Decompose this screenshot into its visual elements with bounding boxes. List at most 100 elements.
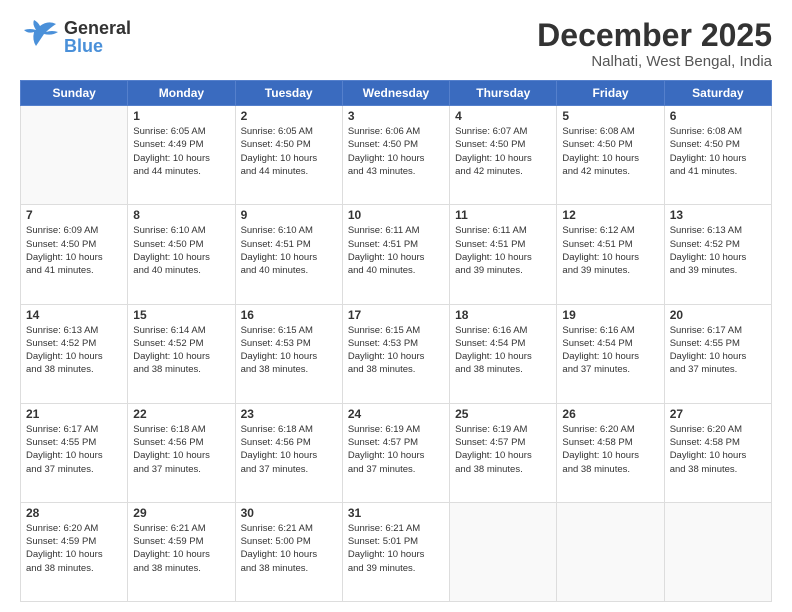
table-row: 28 Sunrise: 6:20 AM Sunset: 4:59 PM Dayli… (21, 502, 128, 601)
day-info: Sunrise: 6:15 AM Sunset: 4:53 PM Dayligh… (241, 324, 337, 377)
day-info: Sunrise: 6:15 AM Sunset: 4:53 PM Dayligh… (348, 324, 444, 377)
table-row: 24 Sunrise: 6:19 AM Sunset: 4:57 PM Dayli… (342, 403, 449, 502)
calendar-week-2: 7 Sunrise: 6:09 AM Sunset: 4:50 PM Daylig… (21, 205, 772, 304)
table-row: 5Sunrise: 6:08 AM Sunset: 4:50 PM Daylig… (557, 106, 664, 205)
day-number: 2 (241, 109, 337, 123)
table-row (21, 106, 128, 205)
day-number: 4 (455, 109, 551, 123)
calendar-week-1: 1 Sunrise: 6:05 AM Sunset: 4:49 PM Daylig… (21, 106, 772, 205)
day-info: Sunrise: 6:08 AM Sunset: 4:50 PM Dayligh… (670, 125, 766, 178)
day-number: 26 (562, 407, 658, 421)
location-subtitle: Nalhati, West Bengal, India (537, 53, 772, 70)
day-info: Sunrise: 6:17 AM Sunset: 4:55 PM Dayligh… (670, 324, 766, 377)
day-info: Sunrise: 6:05 AM Sunset: 4:50 PM Dayligh… (241, 125, 337, 178)
table-row: 6Sunrise: 6:08 AM Sunset: 4:50 PM Daylig… (664, 106, 771, 205)
table-row (450, 502, 557, 601)
table-row: 4 Sunrise: 6:07 AM Sunset: 4:50 PM Daylig… (450, 106, 557, 205)
day-number: 7 (26, 208, 122, 222)
day-number: 3 (348, 109, 444, 123)
day-number: 21 (26, 407, 122, 421)
table-row: 25 Sunrise: 6:19 AM Sunset: 4:57 PM Dayli… (450, 403, 557, 502)
day-number: 9 (241, 208, 337, 222)
table-row: 16 Sunrise: 6:15 AM Sunset: 4:53 PM Dayli… (235, 304, 342, 403)
day-info: Sunrise: 6:11 AM Sunset: 4:51 PM Dayligh… (455, 224, 551, 277)
day-number: 29 (133, 506, 229, 520)
month-title: December 2025 (537, 18, 772, 53)
table-row: 12Sunrise: 6:12 AM Sunset: 4:51 PM Dayli… (557, 205, 664, 304)
day-number: 11 (455, 208, 551, 222)
day-number: 1 (133, 109, 229, 123)
day-number: 16 (241, 308, 337, 322)
table-row: 11 Sunrise: 6:11 AM Sunset: 4:51 PM Dayli… (450, 205, 557, 304)
table-row: 18Sunrise: 6:16 AM Sunset: 4:54 PM Dayli… (450, 304, 557, 403)
table-row (557, 502, 664, 601)
day-number: 27 (670, 407, 766, 421)
table-row: 10Sunrise: 6:11 AM Sunset: 4:51 PM Dayli… (342, 205, 449, 304)
day-info: Sunrise: 6:18 AM Sunset: 4:56 PM Dayligh… (241, 423, 337, 476)
day-info: Sunrise: 6:18 AM Sunset: 4:56 PM Dayligh… (133, 423, 229, 476)
table-row: 29 Sunrise: 6:21 AM Sunset: 4:59 PM Dayli… (128, 502, 235, 601)
day-number: 13 (670, 208, 766, 222)
header: General Blue December 2025 Nalhati, West… (20, 18, 772, 70)
day-number: 28 (26, 506, 122, 520)
calendar-week-5: 28 Sunrise: 6:20 AM Sunset: 4:59 PM Dayli… (21, 502, 772, 601)
col-sunday: Sunday (21, 81, 128, 106)
day-info: Sunrise: 6:20 AM Sunset: 4:58 PM Dayligh… (670, 423, 766, 476)
day-info: Sunrise: 6:08 AM Sunset: 4:50 PM Dayligh… (562, 125, 658, 178)
day-info: Sunrise: 6:20 AM Sunset: 4:59 PM Dayligh… (26, 522, 122, 575)
table-row: 23Sunrise: 6:18 AM Sunset: 4:56 PM Dayli… (235, 403, 342, 502)
day-info: Sunrise: 6:21 AM Sunset: 5:01 PM Dayligh… (348, 522, 444, 575)
table-row: 21 Sunrise: 6:17 AM Sunset: 4:55 PM Dayli… (21, 403, 128, 502)
day-info: Sunrise: 6:10 AM Sunset: 4:51 PM Dayligh… (241, 224, 337, 277)
day-number: 30 (241, 506, 337, 520)
day-info: Sunrise: 6:20 AM Sunset: 4:58 PM Dayligh… (562, 423, 658, 476)
day-number: 17 (348, 308, 444, 322)
day-number: 22 (133, 407, 229, 421)
day-info: Sunrise: 6:19 AM Sunset: 4:57 PM Dayligh… (455, 423, 551, 476)
table-row: 30 Sunrise: 6:21 AM Sunset: 5:00 PM Dayli… (235, 502, 342, 601)
col-friday: Friday (557, 81, 664, 106)
day-info: Sunrise: 6:11 AM Sunset: 4:51 PM Dayligh… (348, 224, 444, 277)
day-info: Sunrise: 6:05 AM Sunset: 4:49 PM Dayligh… (133, 125, 229, 178)
col-saturday: Saturday (664, 81, 771, 106)
table-row: 1 Sunrise: 6:05 AM Sunset: 4:49 PM Daylig… (128, 106, 235, 205)
table-row: 13 Sunrise: 6:13 AM Sunset: 4:52 PM Dayli… (664, 205, 771, 304)
table-row: 9 Sunrise: 6:10 AM Sunset: 4:51 PM Daylig… (235, 205, 342, 304)
day-number: 24 (348, 407, 444, 421)
day-info: Sunrise: 6:21 AM Sunset: 5:00 PM Dayligh… (241, 522, 337, 575)
day-info: Sunrise: 6:16 AM Sunset: 4:54 PM Dayligh… (455, 324, 551, 377)
col-thursday: Thursday (450, 81, 557, 106)
day-info: Sunrise: 6:12 AM Sunset: 4:51 PM Dayligh… (562, 224, 658, 277)
table-row: 8Sunrise: 6:10 AM Sunset: 4:50 PM Daylig… (128, 205, 235, 304)
day-number: 19 (562, 308, 658, 322)
day-number: 15 (133, 308, 229, 322)
day-info: Sunrise: 6:07 AM Sunset: 4:50 PM Dayligh… (455, 125, 551, 178)
table-row: 3Sunrise: 6:06 AM Sunset: 4:50 PM Daylig… (342, 106, 449, 205)
logo-text-general: General (64, 19, 131, 37)
day-info: Sunrise: 6:19 AM Sunset: 4:57 PM Dayligh… (348, 423, 444, 476)
day-info: Sunrise: 6:21 AM Sunset: 4:59 PM Dayligh… (133, 522, 229, 575)
day-info: Sunrise: 6:13 AM Sunset: 4:52 PM Dayligh… (670, 224, 766, 277)
day-info: Sunrise: 6:16 AM Sunset: 4:54 PM Dayligh… (562, 324, 658, 377)
day-number: 14 (26, 308, 122, 322)
col-wednesday: Wednesday (342, 81, 449, 106)
table-row: 27 Sunrise: 6:20 AM Sunset: 4:58 PM Dayli… (664, 403, 771, 502)
table-row: 20 Sunrise: 6:17 AM Sunset: 4:55 PM Dayli… (664, 304, 771, 403)
table-row: 19 Sunrise: 6:16 AM Sunset: 4:54 PM Dayli… (557, 304, 664, 403)
day-number: 25 (455, 407, 551, 421)
table-row: 31Sunrise: 6:21 AM Sunset: 5:01 PM Dayli… (342, 502, 449, 601)
col-tuesday: Tuesday (235, 81, 342, 106)
logo-text-blue: Blue (64, 37, 131, 55)
page: General Blue December 2025 Nalhati, West… (0, 0, 792, 612)
day-info: Sunrise: 6:09 AM Sunset: 4:50 PM Dayligh… (26, 224, 122, 277)
day-number: 20 (670, 308, 766, 322)
logo-bird-icon (20, 18, 60, 56)
day-info: Sunrise: 6:17 AM Sunset: 4:55 PM Dayligh… (26, 423, 122, 476)
day-info: Sunrise: 6:10 AM Sunset: 4:50 PM Dayligh… (133, 224, 229, 277)
table-row: 22 Sunrise: 6:18 AM Sunset: 4:56 PM Dayli… (128, 403, 235, 502)
calendar-week-3: 14Sunrise: 6:13 AM Sunset: 4:52 PM Dayli… (21, 304, 772, 403)
table-row: 17 Sunrise: 6:15 AM Sunset: 4:53 PM Dayli… (342, 304, 449, 403)
day-info: Sunrise: 6:14 AM Sunset: 4:52 PM Dayligh… (133, 324, 229, 377)
title-area: December 2025 Nalhati, West Bengal, Indi… (537, 18, 772, 70)
calendar-table: Sunday Monday Tuesday Wednesday Thursday… (20, 80, 772, 602)
